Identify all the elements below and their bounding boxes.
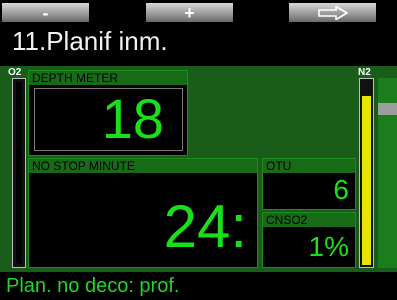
o2-bar bbox=[12, 78, 26, 268]
page-title: 11.Planif inm. bbox=[12, 26, 168, 56]
depth-value-box[interactable]: 18 bbox=[34, 88, 183, 151]
nostop-panel: NO STOP MINUTE 24: bbox=[28, 158, 258, 268]
cns-panel: CNSO2 1% bbox=[262, 212, 356, 268]
cns-value: 1% bbox=[308, 231, 349, 262]
plus-button[interactable]: + bbox=[146, 3, 233, 22]
cns-header: CNSO2 bbox=[263, 213, 355, 227]
scrollbar[interactable] bbox=[378, 78, 397, 268]
status-message: Plan. no deco: prof. bbox=[0, 272, 397, 300]
n2-bar-label: N2 bbox=[358, 67, 371, 78]
depth-panel: DEPTH METER 18 bbox=[28, 70, 188, 156]
otu-panel: OTU 6 bbox=[262, 158, 356, 210]
depth-header: DEPTH METER bbox=[29, 71, 187, 85]
depth-value: 18 bbox=[101, 87, 164, 150]
nostop-header: NO STOP MINUTE bbox=[29, 159, 257, 173]
minus-label: - bbox=[42, 2, 49, 23]
n2-bar-fill bbox=[362, 96, 371, 265]
scrollbar-thumb[interactable] bbox=[378, 103, 397, 115]
otu-value: 6 bbox=[333, 174, 349, 205]
o2-bar-label: O2 bbox=[8, 67, 22, 78]
otu-header: OTU bbox=[263, 159, 355, 173]
minus-button[interactable]: - bbox=[2, 3, 89, 22]
n2-bar bbox=[359, 78, 374, 268]
o2-bar-track bbox=[16, 82, 22, 264]
nostop-value: 24: bbox=[163, 193, 247, 260]
next-button[interactable] bbox=[289, 3, 376, 22]
arrow-right-icon bbox=[317, 5, 348, 20]
plus-label: + bbox=[184, 2, 195, 23]
